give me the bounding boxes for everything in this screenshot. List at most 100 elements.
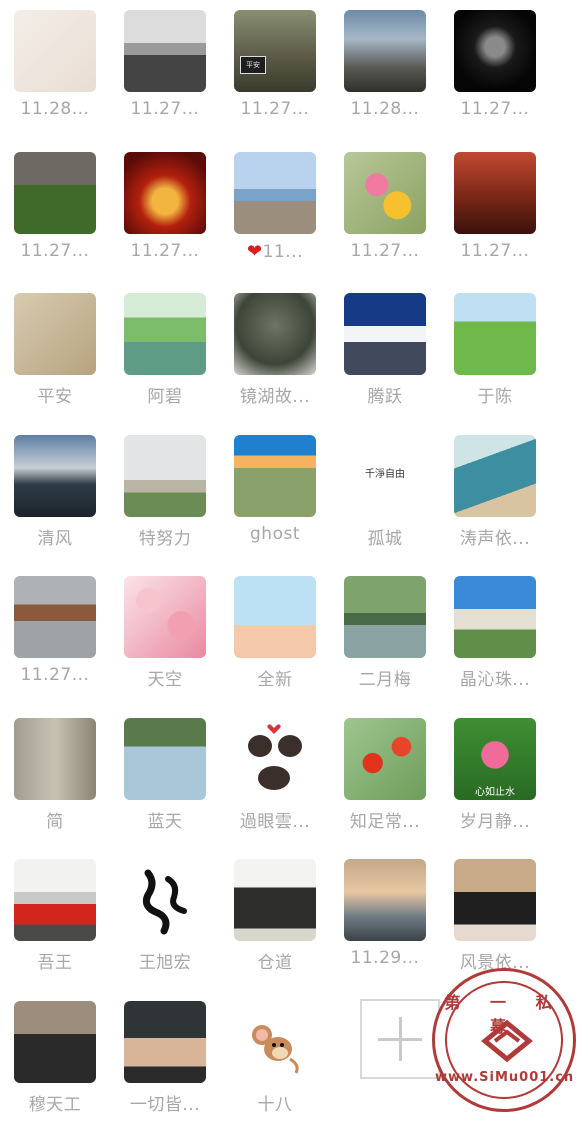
member-avatar[interactable]: 平安 — [234, 10, 316, 92]
railway-avatar-image — [344, 859, 426, 941]
member-cell[interactable]: 11.27... — [440, 142, 550, 272]
member-name: 吾王 — [0, 948, 110, 973]
member-name-text: 一切皆... — [129, 1094, 201, 1115]
member-avatar[interactable] — [344, 717, 426, 800]
statue-avatar-image — [124, 434, 206, 517]
member-cell[interactable]: 清风 — [0, 425, 110, 555]
member-avatar[interactable] — [124, 151, 206, 234]
member-cell[interactable]: 11.27... — [440, 0, 550, 130]
member-name-text: 11.27... — [460, 99, 530, 119]
member-cell[interactable]: 千淨自由 孤城 — [330, 425, 440, 555]
member-cell[interactable]: 特努力 — [110, 425, 220, 555]
member-cell[interactable]: 11.27... — [0, 566, 110, 696]
member-cell[interactable]: 11.29... — [330, 849, 440, 979]
member-name-text: 11.29... — [350, 948, 420, 968]
man-wall-avatar-image — [14, 717, 96, 800]
member-cell[interactable]: ghost — [220, 425, 330, 555]
member-cell[interactable]: 11.28... — [0, 0, 110, 130]
member-avatar[interactable] — [14, 10, 96, 92]
member-cell[interactable]: 一切皆... — [110, 991, 220, 1121]
member-avatar[interactable] — [124, 10, 206, 92]
member-avatar[interactable] — [124, 859, 206, 941]
member-avatar[interactable] — [124, 293, 206, 375]
member-avatar[interactable] — [454, 151, 536, 234]
member-avatar[interactable] — [234, 151, 316, 234]
member-name-text: 吾王 — [37, 953, 73, 973]
member-cell[interactable]: 阿碧 — [110, 283, 220, 413]
red-chair-avatar-image — [454, 151, 536, 234]
member-avatar[interactable] — [14, 151, 96, 234]
member-avatar[interactable] — [344, 151, 426, 234]
member-cell[interactable]: 腾跃 — [330, 283, 440, 413]
member-cell[interactable]: 风景依... — [440, 849, 550, 979]
member-avatar[interactable] — [14, 576, 96, 658]
member-avatar[interactable]: 千淨自由 — [344, 434, 426, 517]
member-avatar[interactable] — [14, 859, 96, 941]
member-avatar[interactable] — [14, 434, 96, 517]
member-name-text: 11.27... — [460, 240, 530, 261]
member-avatar[interactable] — [454, 859, 536, 941]
member-avatar[interactable] — [344, 859, 426, 941]
member-cell[interactable]: 知足常... — [330, 708, 440, 838]
member-cell[interactable]: 過眼雲... — [220, 708, 330, 838]
member-cell[interactable]: 11.28... — [330, 0, 440, 130]
beige-figure-avatar-image — [14, 293, 96, 375]
member-cell[interactable]: 蓝天 — [110, 708, 220, 838]
pink-blossom-avatar-image — [124, 576, 206, 658]
member-cell[interactable]: 心如止水 岁月静... — [440, 708, 550, 838]
member-name: 11.27... — [110, 241, 220, 261]
member-cell[interactable]: 天空 — [110, 566, 220, 696]
member-cell[interactable]: 十八 — [220, 991, 330, 1121]
member-avatar[interactable] — [234, 434, 316, 517]
member-cell[interactable]: 晶沁珠... — [440, 566, 550, 696]
foggy-tree-avatar-image — [234, 293, 316, 375]
member-cell[interactable]: 11.27... — [110, 142, 220, 272]
member-avatar[interactable] — [454, 576, 536, 658]
member-cell[interactable]: 11.27... — [0, 142, 110, 272]
member-avatar[interactable] — [14, 1000, 96, 1083]
member-avatar[interactable] — [14, 717, 96, 800]
member-avatar[interactable] — [234, 293, 316, 375]
member-cell[interactable]: ❤11... — [220, 142, 330, 272]
member-cell[interactable]: 吾王 — [0, 849, 110, 979]
member-name-text: 天空 — [147, 670, 183, 690]
member-avatar[interactable] — [344, 293, 426, 375]
member-cell[interactable]: 涛声依... — [440, 425, 550, 555]
member-avatar[interactable] — [344, 10, 426, 92]
add-member-button[interactable] — [360, 999, 440, 1079]
text-white-avatar-image: 千淨自由 — [344, 434, 426, 517]
member-cell[interactable]: 于陈 — [440, 283, 550, 413]
member-avatar[interactable] — [234, 859, 316, 941]
member-avatar[interactable] — [344, 576, 426, 658]
member-cell[interactable]: 仓道 — [220, 849, 330, 979]
member-cell[interactable]: 镜湖故... — [220, 283, 330, 413]
member-avatar[interactable] — [124, 434, 206, 517]
member-avatar[interactable] — [454, 10, 536, 92]
prayer-beads-avatar-image — [14, 576, 96, 658]
member-avatar[interactable] — [124, 717, 206, 800]
member-avatar[interactable] — [234, 717, 316, 800]
man-suit-avatar-image — [454, 859, 536, 941]
member-avatar[interactable] — [124, 576, 206, 658]
member-avatar[interactable] — [454, 434, 536, 517]
member-cell[interactable]: 11.27... — [330, 142, 440, 272]
member-name: 全新 — [220, 665, 330, 690]
member-cell[interactable]: 平安 11.27... — [220, 0, 330, 130]
member-cell[interactable]: 11.27... — [110, 0, 220, 130]
canal-avatar-image — [344, 576, 426, 658]
member-avatar[interactable] — [124, 1000, 206, 1083]
member-cell[interactable]: 二月梅 — [330, 566, 440, 696]
member-avatar[interactable] — [234, 1000, 316, 1083]
red-poppies-avatar-image — [344, 717, 426, 800]
member-cell[interactable]: 平安 — [0, 283, 110, 413]
member-cell[interactable]: 全新 — [220, 566, 330, 696]
member-avatar[interactable]: 心如止水 — [454, 717, 536, 800]
member-avatar[interactable] — [454, 293, 536, 375]
member-cell[interactable]: 简 — [0, 708, 110, 838]
member-avatar[interactable] — [234, 576, 316, 658]
member-avatar[interactable] — [14, 293, 96, 375]
member-name-text: 全新 — [257, 670, 293, 690]
member-cell[interactable]: 穆天工 — [0, 991, 110, 1121]
member-cell[interactable]: 王旭宏 — [110, 849, 220, 979]
member-name-text: 于陈 — [477, 387, 513, 407]
